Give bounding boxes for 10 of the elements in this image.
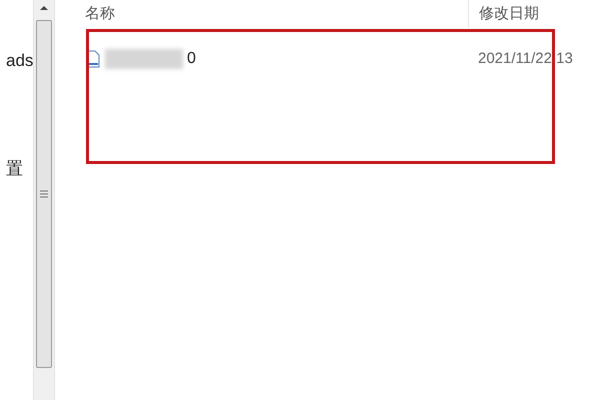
file-name[interactable]: 0 (187, 47, 196, 71)
modified-date: 2021/11/22 13 (477, 48, 573, 69)
scroll-thumb[interactable] (36, 20, 52, 368)
grip-icon (40, 190, 48, 198)
scrollbar[interactable] (33, 0, 55, 400)
column-header[interactable]: 修改日期 (468, 0, 539, 28)
scroll-up-icon[interactable] (39, 4, 49, 12)
column-header[interactable]: 名称 (85, 2, 468, 26)
sidebar-item[interactable]: 置 (6, 156, 23, 181)
sidebar-item[interactable]: ads (6, 48, 34, 74)
